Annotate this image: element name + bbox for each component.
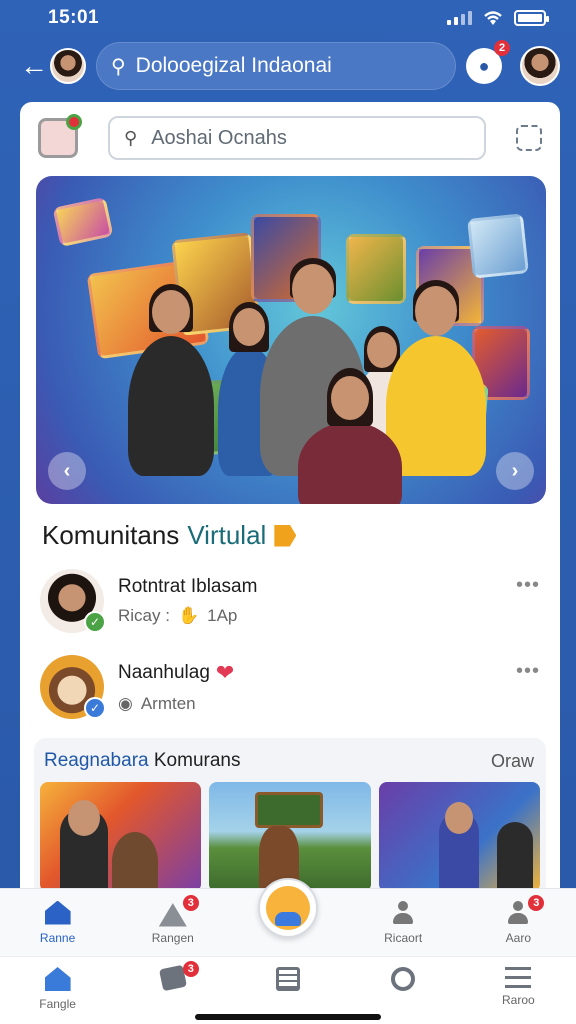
person-figure <box>386 280 486 476</box>
community-thumbnail[interactable] <box>378 782 540 892</box>
notification-badge: 2 <box>494 40 510 56</box>
lock-icon: ◉ <box>118 694 133 713</box>
heart-icon: ❤ <box>215 660 235 685</box>
signal-icon <box>447 11 472 25</box>
top-nav: ← ⚲ Dolooegizal Indaonai ● 2 <box>0 36 576 96</box>
person-figure <box>128 284 214 476</box>
nav2-item-search[interactable] <box>363 967 443 995</box>
tag-icon <box>274 524 297 547</box>
nav-badge: 3 <box>528 894 545 911</box>
community-thumbnail[interactable] <box>40 782 202 892</box>
top-search-bar[interactable]: ⚲ Dolooegizal Indaonai <box>96 42 456 90</box>
search-icon: ⚲ <box>111 55 126 78</box>
nav2-item-list[interactable] <box>248 967 328 995</box>
battery-icon <box>514 10 549 26</box>
status-icons <box>447 10 549 26</box>
verified-icon: ✓ <box>84 697 106 719</box>
nav-item-account[interactable]: 3 Aaro <box>478 894 558 945</box>
nav-badge: 3 <box>182 894 199 911</box>
profile-avatar[interactable] <box>520 46 560 86</box>
user-avatar[interactable] <box>50 48 86 84</box>
recommended-title: Reagnabara Komurans <box>44 750 241 771</box>
home-icon <box>44 967 71 991</box>
community-title-part2: Virtulal <box>187 520 267 550</box>
list-item[interactable]: ✓ Naanhulag ❤ ◉ Armten ••• <box>40 652 540 722</box>
inner-search-box[interactable]: ⚲ <box>108 116 486 160</box>
app-logo-icon[interactable] <box>38 114 82 158</box>
back-arrow-icon[interactable]: ← <box>20 52 48 80</box>
scan-icon[interactable] <box>516 125 542 151</box>
card-search-row: ⚲ <box>20 102 560 174</box>
person-figure <box>298 368 402 504</box>
user-icon <box>506 900 530 925</box>
nav2-item-menu[interactable]: Raroo <box>478 967 558 1007</box>
post-meta: ◉ Armten <box>118 694 196 713</box>
poster-image <box>52 196 114 248</box>
view-all-link[interactable]: Oraw <box>491 751 534 772</box>
nav-badge: 3 <box>182 961 199 977</box>
avatar-fab-button[interactable] <box>257 877 318 938</box>
avatar-fab-icon <box>265 885 310 930</box>
bell-icon: ● <box>478 55 490 76</box>
wifi-icon <box>484 11 502 25</box>
profile-icon <box>391 900 415 925</box>
community-thumbnail[interactable] <box>209 782 371 892</box>
search-icon: ⚲ <box>124 127 138 148</box>
verified-icon: ✓ <box>84 611 106 633</box>
home-icon <box>44 900 71 925</box>
nav2-item-tags[interactable]: 3 <box>133 961 213 993</box>
search-icon <box>391 967 416 991</box>
top-search-text: Dolooegizal Indaonai <box>135 54 332 77</box>
poster-image <box>346 234 406 304</box>
thumbs-icon: ✋ <box>177 606 200 625</box>
community-title: Komunitans Virtulal <box>42 520 297 551</box>
status-time: 15:01 <box>48 7 100 28</box>
bottom-nav: Ranne 3 Rangen Ricaort 3 Aaro <box>0 877 576 956</box>
more-options-icon[interactable]: ••• <box>516 574 540 597</box>
nav-item-home[interactable]: Ranne <box>18 900 98 945</box>
list-item[interactable]: ✓ Rotntrat Iblasam Ricay : ✋ 1Ap ••• <box>40 566 540 636</box>
post-author: Naanhulag ❤ <box>118 660 235 685</box>
list-icon <box>275 967 300 991</box>
hero-next-button[interactable]: › <box>496 452 534 490</box>
hero-banner[interactable]: ‹ › <box>36 176 546 504</box>
search-input[interactable] <box>151 126 470 150</box>
nav-item-gallery[interactable]: 3 Rangen <box>133 894 213 945</box>
nav2-item-home[interactable]: Fangle <box>18 967 98 1011</box>
home-indicator <box>195 1014 381 1020</box>
menu-icon <box>505 967 532 989</box>
post-meta: Ricay : ✋ 1Ap <box>118 606 238 625</box>
nav-item-report[interactable]: Ricaort <box>363 900 443 945</box>
avatar[interactable]: ✓ <box>40 569 106 633</box>
hero-prev-button[interactable]: ‹ <box>48 452 86 490</box>
more-options-icon[interactable]: ••• <box>516 660 540 683</box>
post-author: Rotntrat Iblasam <box>118 576 258 597</box>
community-title-part1: Komunitans <box>42 520 180 550</box>
nav-item-center[interactable] <box>248 877 328 938</box>
status-bar: 15:01 <box>0 0 576 36</box>
main-card: ⚲ ‹ › Komunitans Virtulal ✓ <box>20 102 560 902</box>
poster-image <box>467 213 529 279</box>
notification-button[interactable]: ● 2 <box>466 40 510 84</box>
avatar[interactable]: ✓ <box>40 655 106 719</box>
